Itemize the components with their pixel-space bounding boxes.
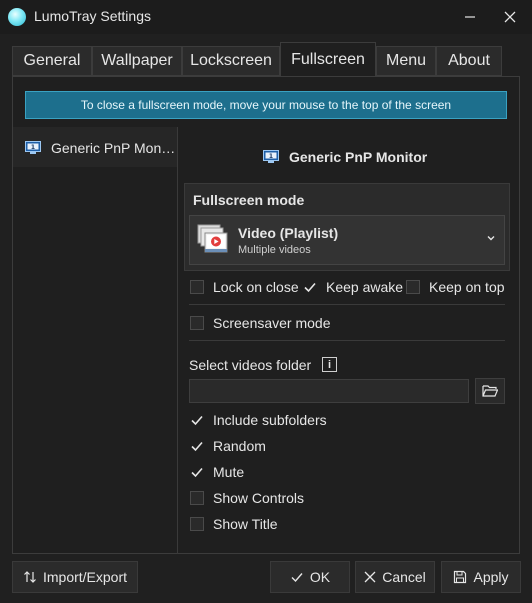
checkmark-icon xyxy=(291,573,303,583)
lock-on-close-label: Lock on close xyxy=(213,279,299,295)
chevron-down-icon xyxy=(487,236,495,241)
apply-button[interactable]: Apply xyxy=(441,561,521,593)
tab-about[interactable]: About xyxy=(436,46,502,76)
checkmark-icon xyxy=(191,467,203,478)
show-title-label: Show Title xyxy=(213,516,278,532)
swap-vertical-icon xyxy=(24,571,36,583)
selected-monitor-name: Generic PnP Monitor xyxy=(289,149,428,165)
cancel-label: Cancel xyxy=(382,569,426,585)
fullscreen-mode-value: Video (Playlist) xyxy=(238,225,339,241)
svg-text:1: 1 xyxy=(31,144,35,151)
include-subfolders-label: Include subfolders xyxy=(213,412,327,428)
monitor-list-item-label: Generic PnP Mon… xyxy=(51,140,176,156)
selected-monitor-header: 1 Generic PnP Monitor xyxy=(263,149,427,165)
checkmark-icon xyxy=(191,441,203,452)
include-subfolders-checkbox[interactable] xyxy=(190,413,204,427)
videos-folder-input[interactable] xyxy=(189,379,469,403)
close-button[interactable] xyxy=(496,4,524,30)
checkmark-icon xyxy=(191,415,203,426)
info-banner: To close a fullscreen mode, move your mo… xyxy=(25,91,507,119)
save-icon xyxy=(454,570,467,584)
minimize-button[interactable] xyxy=(456,4,484,30)
divider xyxy=(189,340,505,341)
folder-open-icon xyxy=(482,385,498,397)
browse-folder-button[interactable] xyxy=(475,378,505,404)
import-export-button[interactable]: Import/Export xyxy=(12,561,138,593)
show-title-checkbox[interactable] xyxy=(190,517,204,531)
tab-wallpaper[interactable]: Wallpaper xyxy=(92,46,182,76)
divider xyxy=(189,304,505,305)
monitor-icon: 1 xyxy=(25,141,41,154)
screensaver-mode-label: Screensaver mode xyxy=(213,315,331,331)
tab-lockscreen[interactable]: Lockscreen xyxy=(182,46,280,76)
info-icon[interactable]: i xyxy=(322,357,337,372)
videos-folder-label: Select videos folder xyxy=(189,357,312,373)
keep-awake-checkbox[interactable] xyxy=(303,280,317,294)
show-controls-label: Show Controls xyxy=(213,490,305,506)
video-playlist-icon xyxy=(197,224,228,253)
keep-on-top-label: Keep on top xyxy=(429,279,505,295)
tab-menu[interactable]: Menu xyxy=(376,46,436,76)
apply-label: Apply xyxy=(473,569,509,585)
cancel-button[interactable]: Cancel xyxy=(355,561,435,593)
monitor-icon: 1 xyxy=(263,150,279,163)
svg-text:1: 1 xyxy=(269,153,273,160)
keep-awake-label: Keep awake xyxy=(326,279,404,295)
window-title: LumoTray Settings xyxy=(34,8,151,24)
random-label: Random xyxy=(213,438,266,454)
mute-label: Mute xyxy=(213,464,245,480)
close-icon xyxy=(364,571,376,583)
lock-on-close-checkbox[interactable] xyxy=(190,280,204,294)
fullscreen-mode-heading: Fullscreen mode xyxy=(193,192,305,208)
fullscreen-mode-group: Fullscreen mode Video (Playlist) Multipl… xyxy=(184,183,510,271)
fullscreen-mode-description: Multiple videos xyxy=(238,244,311,256)
keep-on-top-checkbox[interactable] xyxy=(406,280,420,294)
tab-fullscreen[interactable]: Fullscreen xyxy=(280,42,376,77)
title-bar: LumoTray Settings xyxy=(0,0,532,34)
checkmark-icon xyxy=(304,282,316,293)
import-export-label: Import/Export xyxy=(42,569,128,585)
ok-label: OK xyxy=(309,569,331,585)
monitor-list: 1 Generic PnP Mon… xyxy=(13,127,178,554)
mute-checkbox[interactable] xyxy=(190,465,204,479)
ok-button[interactable]: OK xyxy=(270,561,350,593)
tab-general[interactable]: General xyxy=(12,46,92,76)
monitor-list-item[interactable]: 1 Generic PnP Mon… xyxy=(13,127,177,167)
close-icon xyxy=(504,11,516,23)
fullscreen-mode-dropdown[interactable]: Video (Playlist) Multiple videos xyxy=(189,215,505,265)
random-checkbox[interactable] xyxy=(190,439,204,453)
show-controls-checkbox[interactable] xyxy=(190,491,204,505)
app-logo-icon xyxy=(8,8,26,26)
minimize-icon xyxy=(465,16,475,18)
screensaver-mode-checkbox[interactable] xyxy=(190,316,204,330)
